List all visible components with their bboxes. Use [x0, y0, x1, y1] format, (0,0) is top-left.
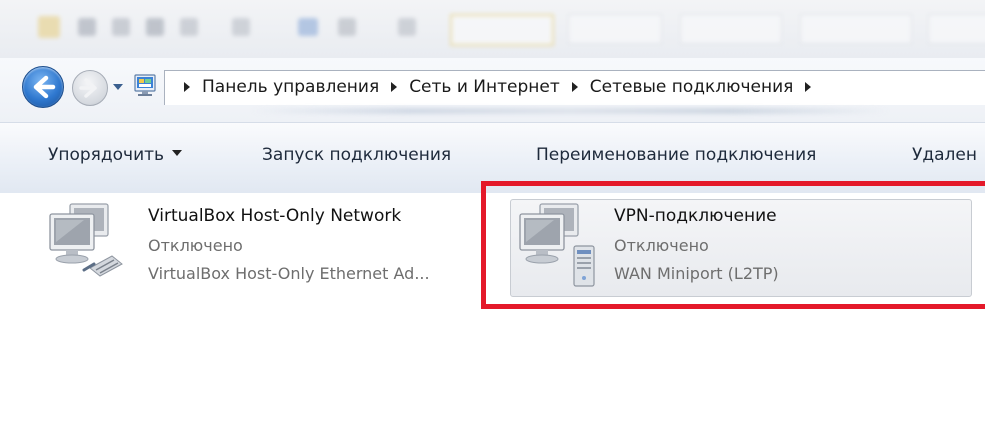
blur-blob	[298, 18, 318, 36]
control-panel-icon	[134, 74, 156, 96]
blur-style-box	[450, 14, 554, 46]
chevron-down-icon	[172, 150, 183, 156]
blur-blob	[78, 18, 96, 36]
blur-style-box	[928, 14, 985, 44]
network-adapter-icon	[49, 203, 123, 277]
blur-style-box	[568, 14, 662, 44]
connection-device: VirtualBox Host-Only Ethernet Ad...	[148, 264, 430, 283]
connection-status: Отключено	[148, 236, 243, 255]
connection-item-virtualbox[interactable]: VirtualBox Host-Only Network Отключено V…	[44, 198, 464, 296]
blur-blob	[112, 18, 130, 36]
breadcrumb: Панель управления Сеть и Интернет Сетевы…	[184, 70, 823, 104]
breadcrumb-separator-icon[interactable]	[805, 82, 812, 92]
connection-name: VirtualBox Host-Only Network	[148, 206, 402, 226]
blur-blob	[180, 18, 198, 36]
blur-blob	[232, 18, 250, 36]
recent-pages-dropdown-icon[interactable]	[110, 78, 126, 94]
start-connection-button[interactable]: Запуск подключения	[262, 145, 451, 165]
blurred-overlay-text	[250, 108, 890, 114]
organize-label: Упорядочить	[48, 145, 165, 165]
blur-layer	[0, 0, 985, 58]
blur-blob	[338, 18, 356, 36]
blur-style-box	[680, 14, 782, 44]
blurred-background-toolbar	[0, 0, 985, 58]
breadcrumb-separator-icon[interactable]	[391, 82, 398, 92]
forward-arrow-icon	[79, 78, 97, 98]
delete-connection-button[interactable]: Удален	[912, 145, 977, 165]
back-arrow-icon	[33, 75, 56, 99]
rename-connection-button[interactable]: Переименование подключения	[536, 145, 816, 165]
highlight-annotation	[481, 181, 985, 309]
forward-button[interactable]	[72, 70, 108, 106]
address-bar: Панель управления Сеть и Интернет Сетевы…	[0, 58, 985, 122]
back-button[interactable]	[22, 66, 64, 108]
blur-style-box	[800, 14, 912, 44]
network-connections-window: Панель управления Сеть и Интернет Сетевы…	[0, 0, 985, 430]
blur-blob	[146, 18, 164, 36]
organize-button[interactable]: Упорядочить	[48, 145, 183, 165]
breadcrumb-item-network-internet[interactable]: Сеть и Интернет	[409, 77, 560, 97]
blur-blob	[38, 16, 60, 38]
breadcrumb-item-network-connections[interactable]: Сетевые подключения	[590, 77, 794, 97]
breadcrumb-item-control-panel[interactable]: Панель управления	[202, 77, 379, 97]
blur-blob	[398, 18, 416, 36]
breadcrumb-separator-icon[interactable]	[184, 82, 190, 92]
breadcrumb-separator-icon[interactable]	[571, 82, 578, 92]
